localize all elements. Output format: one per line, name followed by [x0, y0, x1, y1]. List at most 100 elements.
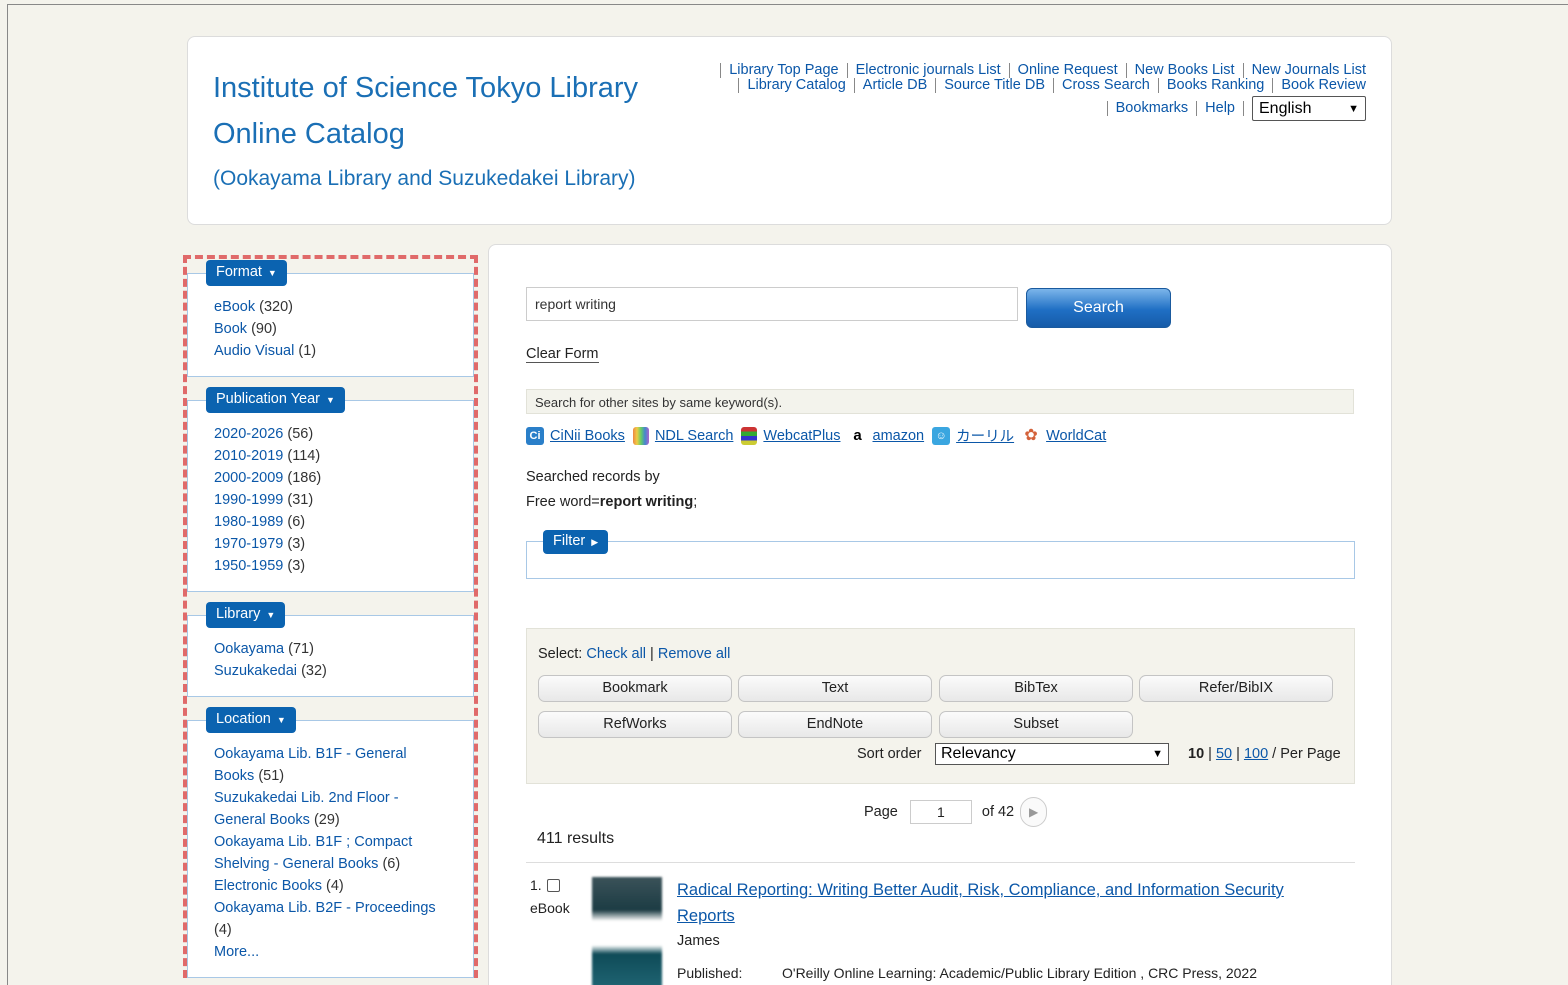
result-checkbox[interactable]	[547, 879, 560, 892]
facet-link-year[interactable]: 2010-2019	[214, 448, 283, 464]
facet-link-year[interactable]: 1990-1999	[214, 492, 283, 508]
facet-sidebar: Format ▼ eBook (320) Book (90) Audio Visu…	[183, 255, 478, 985]
link-help[interactable]: Help	[1196, 101, 1243, 116]
calil-icon: ☺	[932, 426, 951, 445]
site-subtitle: (Ookayama Library and Suzukedakei Librar…	[213, 167, 636, 190]
facet-count: (320)	[259, 299, 294, 315]
facet-link-location[interactable]: Suzukakedai Lib. 2nd Floor - General Boo…	[214, 790, 399, 828]
facet-library-toggle[interactable]: Library ▼	[206, 602, 286, 628]
page-number-input[interactable]: 1	[909, 800, 972, 824]
facet-item: 2020-2026 (56)	[214, 423, 459, 445]
top-links: Library Top Page Electronic journals Lis…	[666, 63, 1366, 121]
link-bookmarks[interactable]: Bookmarks	[1106, 101, 1197, 116]
filter-label: Filter	[553, 533, 586, 549]
link-cross-search[interactable]: Cross Search	[1053, 78, 1158, 93]
check-all-link[interactable]: Check all	[586, 646, 646, 662]
clear-form-link[interactable]: Clear Form	[526, 346, 599, 363]
published-value: O'Reilly Online Learning: Academic/Publi…	[782, 965, 1258, 981]
facet-location-toggle[interactable]: Location ▼	[206, 707, 296, 733]
filter-box: Filter ▶	[526, 530, 1355, 579]
link-webcatplus[interactable]: WebcatPlus	[763, 428, 840, 444]
facet-more-link[interactable]: More...	[214, 944, 259, 960]
facet-link-year[interactable]: 1950-1959	[214, 558, 283, 574]
facet-link-audio-visual[interactable]: Audio Visual	[214, 343, 294, 359]
result-title-link[interactable]: Radical Reporting: Writing Better Audit,…	[677, 881, 1284, 925]
link-amazon[interactable]: amazon	[873, 428, 925, 444]
text-export-button[interactable]: Text	[738, 675, 932, 702]
per-page-current: 10	[1188, 746, 1205, 762]
per-page-control: 10 | 50 | 100 / Per Page	[1188, 746, 1341, 762]
bookmark-button[interactable]: Bookmark	[538, 675, 732, 702]
facet-item: 2010-2019 (114)	[214, 445, 459, 467]
link-calil[interactable]: カーリル	[956, 425, 1014, 446]
facet-link-ookayama[interactable]: Ookayama	[214, 641, 284, 657]
facet-link-suzukakedai[interactable]: Suzukakedai	[214, 663, 297, 679]
per-page-100[interactable]: 100	[1244, 746, 1268, 762]
search-button[interactable]: Search	[1026, 288, 1171, 328]
facet-count: (51)	[258, 768, 285, 784]
language-value: English	[1259, 99, 1312, 117]
facet-format-label: Format	[216, 264, 262, 280]
next-page-button[interactable]: ▶	[1020, 797, 1048, 827]
top-links-row-3: Bookmarks Help English ▼	[666, 96, 1366, 121]
facet-format-toggle[interactable]: Format ▼	[206, 260, 287, 286]
facet-count: (71)	[288, 641, 314, 657]
site-title[interactable]: Institute of Science Tokyo Library Onlin…	[213, 65, 683, 157]
facet-link-location[interactable]: Electronic Books	[214, 878, 322, 894]
facet-link-book[interactable]: Book	[214, 321, 247, 337]
facet-link-year[interactable]: 2000-2009	[214, 470, 283, 486]
facet-link-year[interactable]: 1970-1979	[214, 536, 283, 552]
refworks-button[interactable]: RefWorks	[538, 711, 732, 738]
facet-link-year[interactable]: 2020-2026	[214, 426, 283, 442]
facet-link-location[interactable]: Ookayama Lib. B2F - Proceedings	[214, 900, 436, 916]
facet-year-toggle[interactable]: Publication Year ▼	[206, 387, 345, 413]
link-online-request[interactable]: Online Request	[1008, 63, 1126, 78]
results-count: 411 results	[537, 830, 615, 847]
facet-count: (31)	[287, 492, 314, 508]
facet-item: 1950-1959 (3)	[214, 555, 459, 577]
link-cinii-books[interactable]: CiNii Books	[550, 428, 625, 444]
caret-down-icon: ▼	[266, 610, 276, 620]
refer-bibix-button[interactable]: Refer/BibIX	[1139, 675, 1333, 702]
link-library-catalog[interactable]: Library Catalog	[738, 78, 853, 93]
facet-item: Electronic Books (4)	[214, 875, 443, 897]
ext-item: ✿ WorldCat	[1022, 427, 1106, 445]
play-right-icon: ▶	[1029, 805, 1039, 819]
pagination: Page 1 of 42 ▶	[864, 797, 1048, 827]
facet-link-location[interactable]: Ookayama Lib. B1F - General Books	[214, 746, 407, 784]
facet-count: (29)	[313, 812, 340, 828]
facet-item: Book (90)	[214, 318, 459, 340]
remove-all-link[interactable]: Remove all	[658, 646, 731, 662]
language-select[interactable]: English ▼	[1252, 96, 1366, 121]
link-worldcat[interactable]: WorldCat	[1046, 428, 1106, 444]
per-page-suffix: / Per Page	[1272, 746, 1341, 762]
link-library-top[interactable]: Library Top Page	[720, 63, 846, 78]
link-ndl-search[interactable]: NDL Search	[655, 428, 733, 444]
link-new-books[interactable]: New Books List	[1125, 63, 1243, 78]
search-input[interactable]: report writing	[526, 287, 1018, 321]
sort-label: Sort order	[857, 746, 922, 762]
facet-link-ebook[interactable]: eBook	[214, 299, 255, 315]
facet-item: Ookayama Lib. B1F ; Compact Shelving - G…	[214, 831, 443, 875]
facet-count: (1)	[298, 343, 317, 359]
link-source-title-db[interactable]: Source Title DB	[935, 78, 1053, 93]
facet-count: (3)	[287, 558, 306, 574]
link-article-db[interactable]: Article DB	[853, 78, 935, 93]
caret-down-icon: ▼	[267, 268, 277, 278]
link-books-ranking[interactable]: Books Ranking	[1157, 78, 1273, 93]
link-new-journals[interactable]: New Journals List	[1242, 63, 1366, 78]
facet-link-year[interactable]: 1980-1989	[214, 514, 283, 530]
filter-toggle[interactable]: Filter ▶	[543, 530, 609, 554]
endnote-button[interactable]: EndNote	[738, 711, 932, 738]
webcat-icon	[741, 426, 758, 445]
subset-button[interactable]: Subset	[939, 711, 1133, 738]
link-ejournals[interactable]: Electronic journals List	[846, 63, 1009, 78]
ext-item: NDL Search	[632, 426, 733, 445]
facet-item: Ookayama Lib. B2F - Proceedings (4)	[214, 897, 443, 941]
bibtex-button[interactable]: BibTex	[939, 675, 1133, 702]
book-cover-thumbnail[interactable]	[592, 877, 662, 985]
per-page-50[interactable]: 50	[1216, 746, 1232, 762]
sort-order-select[interactable]: Relevancy ▼	[935, 743, 1169, 765]
facet-item: Ookayama Lib. B1F - General Books (51)	[214, 743, 443, 787]
link-book-review[interactable]: Book Review	[1272, 78, 1366, 93]
